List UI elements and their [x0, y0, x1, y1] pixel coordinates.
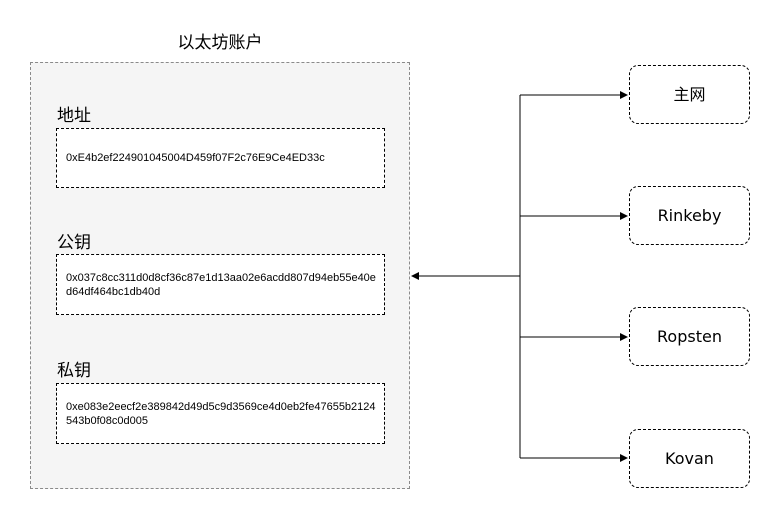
network-kovan: Kovan [629, 429, 750, 488]
private-key-box: 0xe083e2eecf2e389842d49d5c9d3569ce4d0eb2… [56, 383, 385, 444]
public-key-label: 公钥 [57, 233, 91, 253]
address-box: 0xE4b2ef224901045004D459f07F2c76E9Ce4ED3… [56, 128, 385, 188]
address-value: 0xE4b2ef224901045004D459f07F2c76E9Ce4ED3… [66, 152, 325, 164]
network-ropsten-label: Ropsten [657, 326, 722, 346]
private-key-label: 私钥 [57, 361, 91, 381]
network-mainnet-label: 主网 [673, 84, 706, 104]
network-rinkeby-label: Rinkeby [657, 205, 722, 225]
public-key-box: 0x037c8cc311d0d8cf36c87e1d13aa02e6acdd80… [56, 254, 385, 315]
network-kovan-label: Kovan [665, 448, 714, 468]
network-mainnet: 主网 [629, 65, 750, 124]
private-key-value: 0xe083e2eecf2e389842d49d5c9d3569ce4d0eb2… [66, 400, 376, 427]
public-key-value: 0x037c8cc311d0d8cf36c87e1d13aa02e6acdd80… [66, 271, 376, 298]
account-title: 以太坊账户 [177, 33, 263, 53]
address-label: 地址 [57, 106, 91, 126]
network-ropsten: Ropsten [629, 307, 750, 366]
network-rinkeby: Rinkeby [629, 186, 750, 245]
